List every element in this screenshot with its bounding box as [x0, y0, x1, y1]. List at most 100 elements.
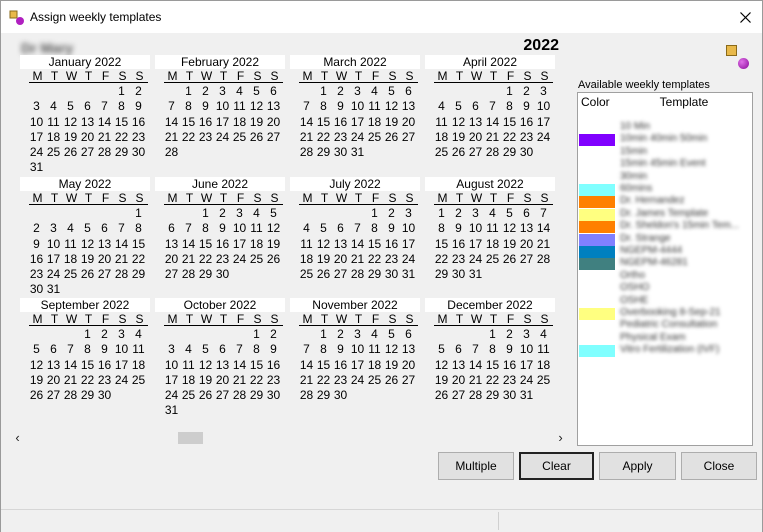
day-cell[interactable]: 6 [96, 221, 113, 236]
day-cell[interactable]: 19 [248, 115, 265, 130]
day-cell[interactable]: 7 [298, 342, 315, 357]
day-cell[interactable]: 8 [501, 99, 518, 114]
day-cell[interactable]: 13 [400, 342, 417, 357]
day-cell[interactable]: 27 [45, 388, 62, 403]
day-cell[interactable]: 13 [467, 115, 484, 130]
day-cell[interactable]: 9 [501, 342, 518, 357]
day-cell[interactable]: 6 [400, 84, 417, 99]
day-cell[interactable]: 17 [28, 130, 45, 145]
day-cell[interactable]: 9 [130, 99, 147, 114]
day-cell[interactable]: 31 [349, 145, 366, 160]
day-cell[interactable]: 27 [332, 267, 349, 282]
day-cell[interactable]: 2 [96, 327, 113, 342]
day-cell[interactable]: 16 [450, 237, 467, 252]
day-cell[interactable]: 22 [315, 130, 332, 145]
day-cell[interactable]: 13 [45, 358, 62, 373]
day-cell[interactable]: 17 [231, 237, 248, 252]
day-cell[interactable]: 26 [28, 388, 45, 403]
day-cell[interactable]: 12 [265, 221, 282, 236]
day-cell[interactable]: 3 [214, 84, 231, 99]
day-cell[interactable]: 1 [366, 206, 383, 221]
day-cell[interactable]: 16 [96, 358, 113, 373]
day-cell[interactable]: 20 [45, 373, 62, 388]
day-cell[interactable]: 3 [113, 327, 130, 342]
day-cell[interactable]: 24 [28, 145, 45, 160]
scrollbar-thumb[interactable] [178, 432, 203, 444]
day-cell[interactable]: 11 [484, 221, 501, 236]
day-cell[interactable]: 14 [113, 237, 130, 252]
day-cell[interactable]: 1 [484, 327, 501, 342]
day-cell[interactable]: 22 [366, 252, 383, 267]
day-cell[interactable]: 14 [62, 358, 79, 373]
template-row[interactable]: Dr. Hernandez [578, 195, 752, 209]
day-cell[interactable]: 15 [113, 115, 130, 130]
day-cell[interactable]: 2 [332, 327, 349, 342]
day-cell[interactable]: 16 [518, 115, 535, 130]
day-cell[interactable]: 7 [163, 99, 180, 114]
day-cell[interactable]: 15 [315, 358, 332, 373]
day-cell[interactable]: 24 [535, 130, 552, 145]
day-cell[interactable]: 23 [332, 130, 349, 145]
day-cell[interactable]: 24 [113, 373, 130, 388]
day-cell[interactable]: 3 [349, 327, 366, 342]
day-cell[interactable]: 25 [366, 130, 383, 145]
day-cell[interactable]: 11 [366, 342, 383, 357]
day-cell[interactable]: 28 [298, 388, 315, 403]
day-cell[interactable]: 4 [298, 221, 315, 236]
day-cell[interactable]: 2 [214, 206, 231, 221]
day-cell[interactable]: 2 [383, 206, 400, 221]
template-row[interactable]: 30min [578, 171, 752, 184]
day-cell[interactable]: 1 [501, 84, 518, 99]
day-cell[interactable]: 15 [180, 115, 197, 130]
day-cell[interactable]: 5 [248, 84, 265, 99]
day-cell[interactable]: 21 [467, 373, 484, 388]
day-cell[interactable]: 4 [366, 84, 383, 99]
day-cell[interactable]: 4 [130, 327, 147, 342]
day-cell[interactable]: 24 [518, 373, 535, 388]
day-cell[interactable]: 29 [315, 145, 332, 160]
day-cell[interactable]: 12 [383, 99, 400, 114]
day-cell[interactable]: 8 [130, 221, 147, 236]
day-cell[interactable]: 27 [79, 145, 96, 160]
day-cell[interactable]: 8 [180, 99, 197, 114]
day-cell[interactable]: 17 [467, 237, 484, 252]
day-cell[interactable]: 15 [130, 237, 147, 252]
day-cell[interactable]: 6 [332, 221, 349, 236]
day-cell[interactable]: 20 [467, 130, 484, 145]
day-cell[interactable]: 13 [163, 237, 180, 252]
close-button[interactable]: Close [681, 452, 757, 480]
day-cell[interactable]: 12 [28, 358, 45, 373]
day-cell[interactable]: 30 [265, 388, 282, 403]
template-row[interactable]: NGEPM-46281 [578, 257, 752, 271]
day-cell[interactable]: 23 [214, 252, 231, 267]
day-cell[interactable]: 1 [180, 84, 197, 99]
day-cell[interactable]: 19 [450, 130, 467, 145]
day-cell[interactable]: 1 [315, 327, 332, 342]
day-cell[interactable]: 30 [130, 145, 147, 160]
day-cell[interactable]: 19 [501, 237, 518, 252]
day-cell[interactable]: 12 [79, 237, 96, 252]
day-cell[interactable]: 19 [79, 252, 96, 267]
day-cell[interactable]: 23 [130, 130, 147, 145]
day-cell[interactable]: 28 [349, 267, 366, 282]
day-cell[interactable]: 10 [28, 115, 45, 130]
day-cell[interactable]: 21 [484, 130, 501, 145]
day-cell[interactable]: 30 [214, 267, 231, 282]
day-cell[interactable]: 1 [433, 206, 450, 221]
day-cell[interactable]: 25 [484, 252, 501, 267]
day-cell[interactable]: 10 [349, 99, 366, 114]
day-cell[interactable]: 22 [113, 130, 130, 145]
day-cell[interactable]: 22 [433, 252, 450, 267]
day-cell[interactable]: 31 [163, 403, 180, 418]
day-cell[interactable]: 17 [214, 115, 231, 130]
day-cell[interactable]: 28 [467, 388, 484, 403]
day-cell[interactable]: 20 [332, 252, 349, 267]
day-cell[interactable]: 16 [214, 237, 231, 252]
day-cell[interactable]: 27 [163, 267, 180, 282]
day-cell[interactable]: 8 [113, 99, 130, 114]
day-cell[interactable]: 25 [366, 373, 383, 388]
day-cell[interactable]: 21 [231, 373, 248, 388]
day-cell[interactable]: 14 [96, 115, 113, 130]
day-cell[interactable]: 21 [62, 373, 79, 388]
template-row[interactable]: Dr. Sheldon's 15min Tem... [578, 220, 752, 234]
